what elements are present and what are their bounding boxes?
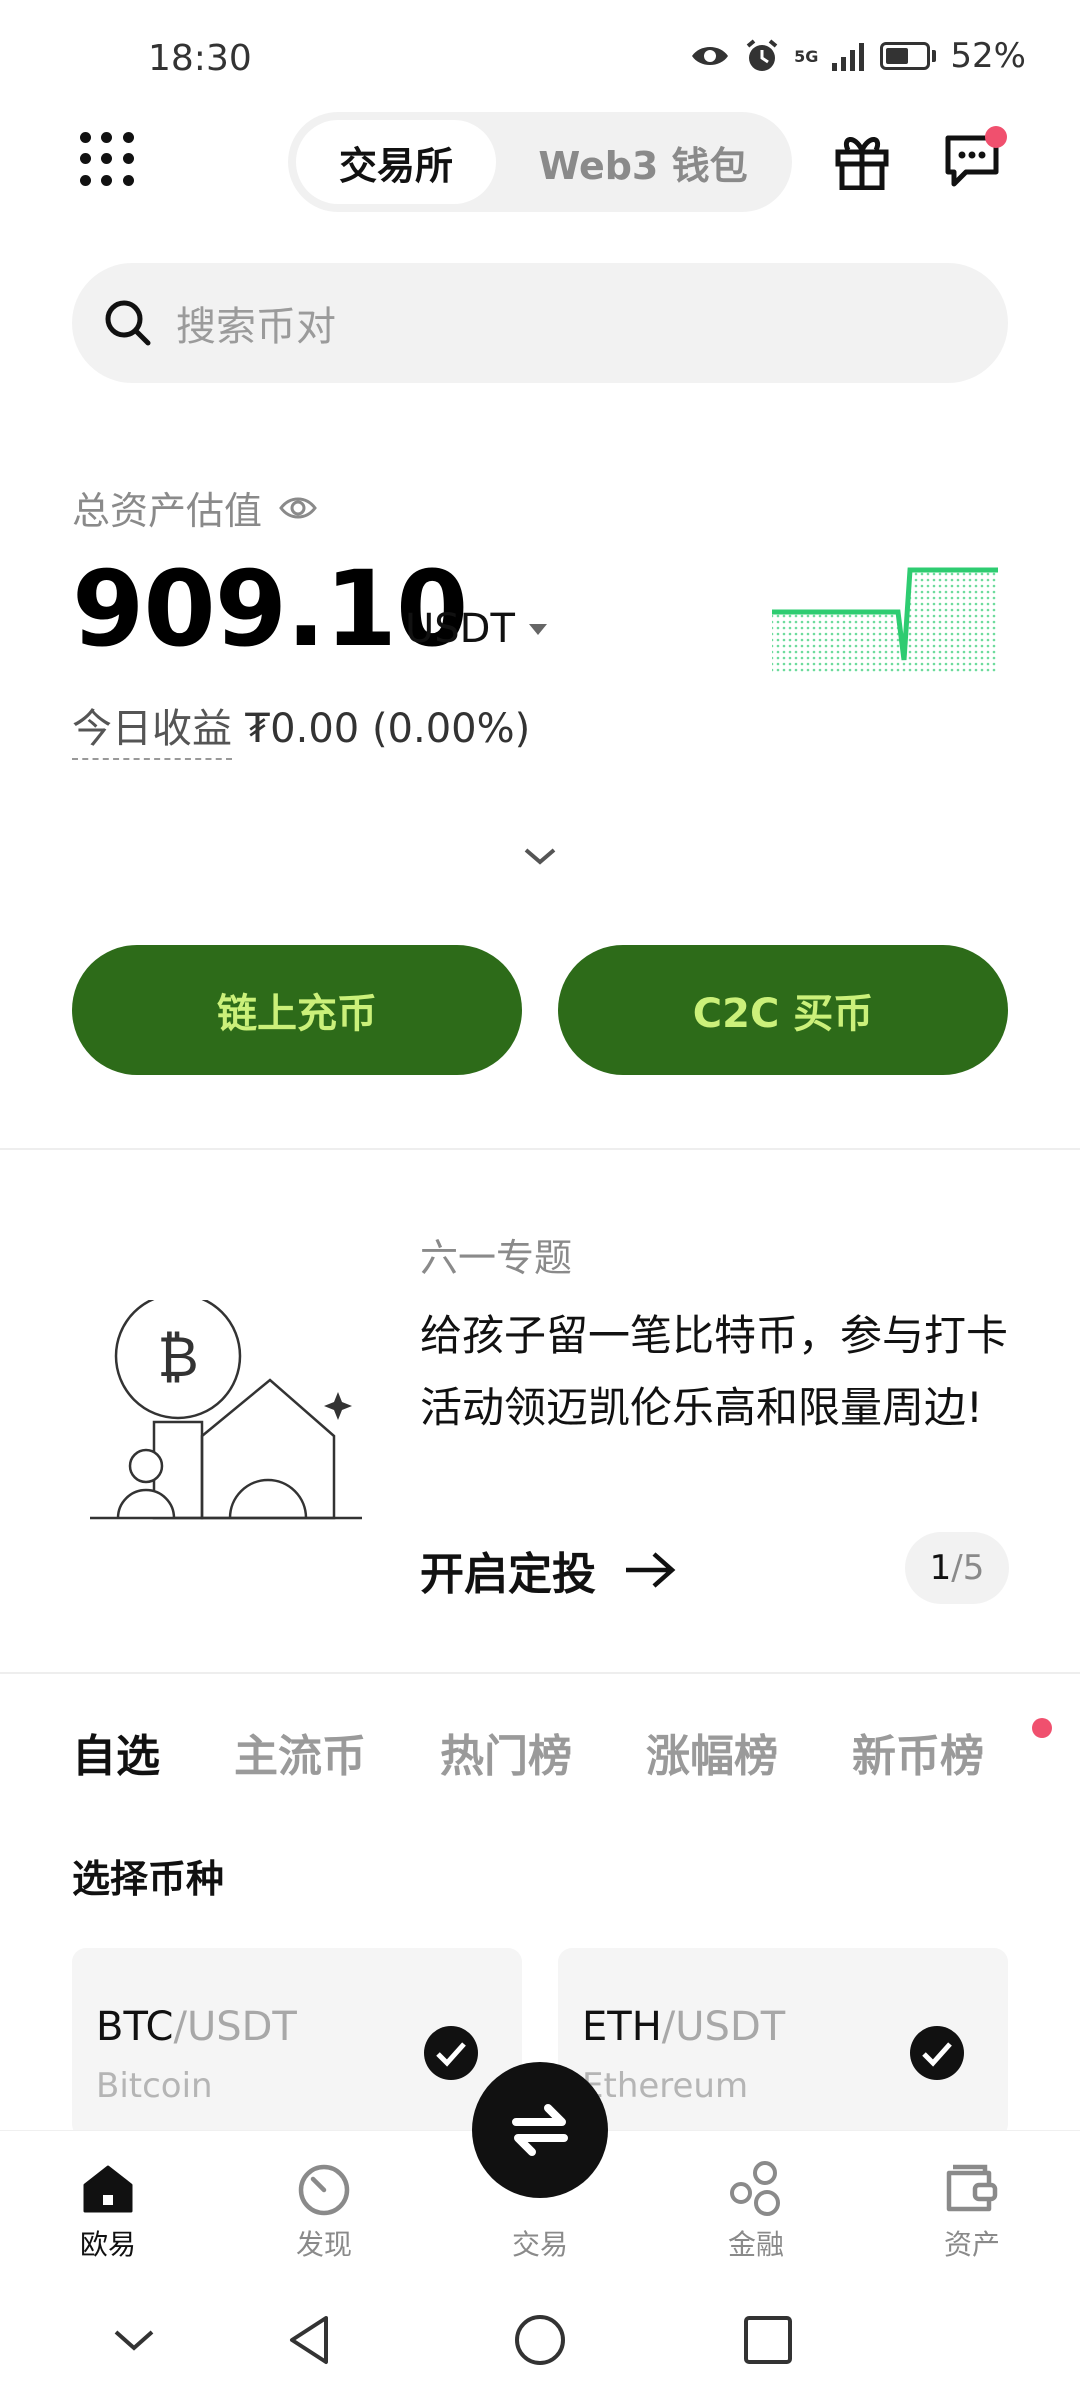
asset-label: 总资产估值: [72, 480, 318, 535]
notification-badge: [985, 126, 1007, 148]
pnl-label[interactable]: 今日收益: [72, 706, 232, 760]
asset-unit: USDT: [405, 606, 515, 652]
nav-assets-label: 资产: [943, 2228, 1000, 2261]
battery-icon: [880, 42, 931, 70]
coin-name: Ethereum: [582, 2066, 749, 2106]
section-title: 选择币种: [72, 1857, 225, 1901]
pager-current: 1: [929, 1548, 952, 1588]
start-dca-link[interactable]: 开启定投: [420, 1538, 676, 1602]
system-nav: [0, 2280, 1080, 2400]
nav-finance[interactable]: 金融: [676, 2159, 836, 2263]
network-label: 5G: [794, 46, 819, 66]
tab-exchange[interactable]: 交易所: [296, 120, 496, 204]
alarm-icon: [746, 39, 778, 71]
gift-icon[interactable]: [834, 130, 890, 190]
mode-switch: 交易所 Web3 钱包: [288, 112, 792, 212]
check-circle-icon[interactable]: [910, 2026, 964, 2080]
asset-unit-selector[interactable]: USDT: [405, 606, 547, 652]
battery-label: 52%: [950, 36, 1026, 76]
status-icons: 5G 52%: [690, 36, 1026, 76]
trade-button[interactable]: [472, 2062, 608, 2198]
eye-status-icon: [692, 47, 729, 65]
finance-icon: [730, 2161, 780, 2216]
promo-title: 给孩子留一笔比特币，参与打卡活动领迈凯伦乐高和限量周边!: [420, 1311, 1009, 1432]
bitcoin-illustration: ₿: [90, 1300, 362, 1520]
today-pnl: 今日收益 ₮0.00 (0.00%): [72, 696, 531, 760]
check-circle-icon[interactable]: [424, 2026, 478, 2080]
wallet-icon: [946, 2164, 998, 2212]
coin-name: Bitcoin: [96, 2066, 213, 2106]
recents-icon[interactable]: [738, 2310, 798, 2370]
home-icon: [83, 2165, 133, 2213]
tab-gainers[interactable]: 涨幅榜: [646, 1720, 778, 1784]
asset-sparkline[interactable]: [770, 560, 1000, 672]
coin-base: BTC: [96, 2004, 174, 2050]
onchain-deposit-button[interactable]: 链上充币: [72, 945, 522, 1075]
caret-down-icon: [528, 623, 547, 635]
svg-text:₿: ₿: [157, 1325, 198, 1390]
discover-icon: [298, 2164, 350, 2216]
nav-home-label: 欧易: [79, 2228, 136, 2261]
status-time: 18:30: [148, 38, 252, 79]
search-icon: [105, 300, 151, 346]
tab-new-listings[interactable]: 新币榜: [852, 1720, 984, 1784]
nav-discover[interactable]: 发现: [244, 2159, 404, 2263]
tab-hot[interactable]: 热门榜: [440, 1720, 572, 1784]
search-placeholder: 搜索币对: [176, 304, 336, 350]
back-icon[interactable]: [280, 2310, 340, 2370]
divider: [0, 1672, 1080, 1674]
tab-watchlist[interactable]: 自选: [72, 1720, 160, 1784]
nav-discover-label: 发现: [295, 2228, 352, 2261]
nav-home[interactable]: 欧易: [28, 2159, 188, 2263]
tab-web3-wallet[interactable]: Web3 钱包: [518, 120, 768, 204]
eye-icon[interactable]: [278, 488, 318, 528]
chevron-down-icon[interactable]: [520, 844, 560, 868]
market-tabs: 自选 主流币 热门榜 涨幅榜 新币榜: [72, 1720, 984, 1784]
pager-total: /5: [951, 1548, 985, 1588]
new-listings-badge: [1032, 1718, 1052, 1738]
collapse-chevron-icon[interactable]: [104, 2310, 164, 2370]
coin-pair: ETH/USDT: [582, 2004, 785, 2050]
arrow-right-icon: [626, 1552, 676, 1588]
home-circle-icon[interactable]: [510, 2310, 570, 2370]
tab-mainstream[interactable]: 主流币: [234, 1720, 366, 1784]
swap-icon: [512, 2104, 568, 2156]
nav-assets[interactable]: 资产: [892, 2159, 1052, 2263]
coin-card-btc[interactable]: BTC/USDT Bitcoin: [72, 1948, 522, 2138]
nav-finance-label: 金融: [727, 2228, 784, 2261]
coin-card-eth[interactable]: ETH/USDT Ethereum: [558, 1948, 1008, 2138]
asset-label-text: 总资产估值: [72, 489, 263, 533]
promo-kicker: 六一专题: [420, 1236, 573, 1280]
pnl-value: ₮0.00 (0.00%): [244, 706, 531, 752]
coin-quote: /USDT: [173, 2004, 297, 2050]
menu-grid-icon[interactable]: [80, 132, 136, 188]
coin-pair: BTC/USDT: [96, 2004, 297, 2050]
coin-quote: /USDT: [661, 2004, 786, 2050]
coin-base: ETH: [582, 2004, 662, 2050]
banner-pager: 1/5: [905, 1532, 1009, 1604]
c2c-buy-button[interactable]: C2C 买币: [558, 945, 1008, 1075]
signal-icon: [832, 43, 865, 71]
promo-cta-label: 开启定投: [420, 1549, 596, 1600]
search-bar[interactable]: 搜索币对: [72, 263, 1008, 383]
nav-trade-label: 交易: [511, 2228, 568, 2261]
